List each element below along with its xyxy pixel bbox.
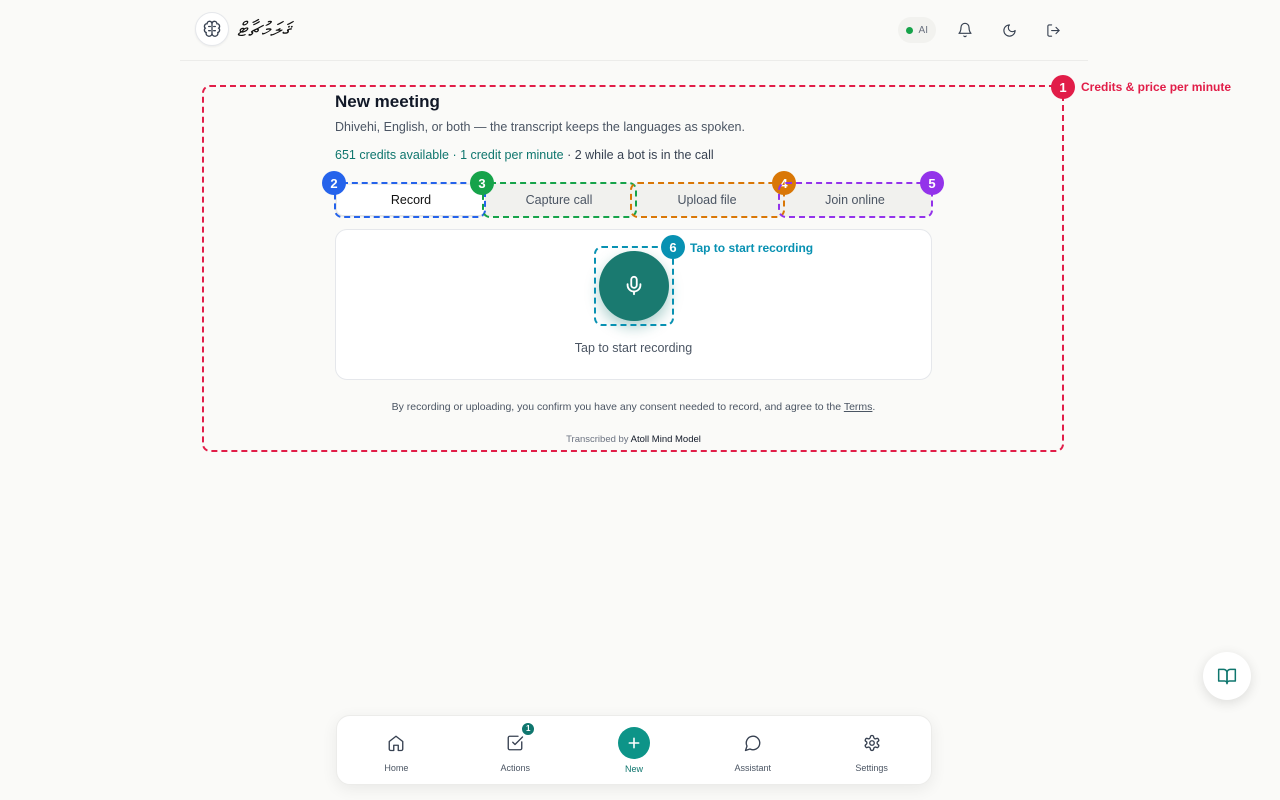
notifications-button[interactable] <box>950 17 980 43</box>
gear-icon <box>864 734 879 751</box>
bell-icon <box>958 22 972 38</box>
theme-toggle-button[interactable] <box>994 17 1024 43</box>
nav-settings-label: Settings <box>855 762 888 773</box>
annotation-badge-4: 4 <box>772 171 796 195</box>
ai-status-badge[interactable]: AI <box>897 17 936 43</box>
nav-home-label: Home <box>384 762 409 773</box>
tab-record[interactable]: Record <box>337 185 485 215</box>
guide-button[interactable] <box>1203 652 1251 700</box>
annotation-badge-2: 2 <box>322 171 346 195</box>
new-button[interactable] <box>617 726 650 759</box>
tab-join-online[interactable]: Join online <box>781 185 929 215</box>
nav-actions-label: Actions <box>500 762 530 773</box>
brand-name: ޤަލަމުޗާޓް <box>237 17 291 41</box>
credits-rate: · 1 credit per minute <box>448 148 564 162</box>
microphone-icon <box>626 275 642 296</box>
model-name: Atoll Mind Model <box>630 434 701 445</box>
nav-new[interactable]: New <box>575 716 694 784</box>
tab-upload-file[interactable]: Upload file <box>633 185 781 215</box>
consent-body: By recording or uploading, you confirm y… <box>391 401 844 413</box>
nav-assistant[interactable]: Assistant <box>693 716 812 784</box>
nav-home[interactable]: Home <box>337 716 456 784</box>
consent-end: . <box>872 401 876 413</box>
plus-icon <box>628 737 640 748</box>
nav-new-label: New <box>624 763 643 774</box>
logout-icon <box>1046 23 1060 37</box>
bottom-nav: Home 1 Actions New Assistant Settings <box>336 715 932 785</box>
transcribed-prefix: Transcribed by <box>566 434 631 445</box>
checkbox-icon <box>507 735 524 750</box>
annotation-badge-3: 3 <box>470 171 494 195</box>
tab-capture-call[interactable]: Capture call <box>485 185 633 215</box>
credits-available: 651 credits available <box>335 148 449 162</box>
moon-icon <box>1002 23 1016 37</box>
brain-logo-icon <box>195 12 229 46</box>
nav-assistant-label: Assistant <box>734 762 772 773</box>
terms-link[interactable]: Terms <box>844 401 873 413</box>
nav-actions[interactable]: 1 Actions <box>456 716 575 784</box>
credits-info: 651 credits available · 1 credit per min… <box>335 148 714 162</box>
consent-text: By recording or uploading, you confirm y… <box>335 401 932 413</box>
annotation-label-1: Credits & price per minute <box>1081 80 1232 94</box>
annotation-badge-5: 5 <box>920 171 944 195</box>
status-dot-icon <box>905 26 913 34</box>
chat-bubble-icon <box>744 735 761 751</box>
page-subtitle: Dhivehi, English, or both — the transcri… <box>335 120 745 134</box>
input-mode-tabs: Record Capture call Upload file Join onl… <box>335 183 931 217</box>
transcribed-by: Transcribed by Atoll Mind Model <box>335 434 932 445</box>
record-caption: Tap to start recording <box>574 341 693 355</box>
page-title: New meeting <box>335 92 440 111</box>
record-button[interactable] <box>599 251 669 321</box>
annotation-badge-6: 6 <box>661 235 685 259</box>
annotation-badge-1: 1 <box>1051 75 1075 99</box>
top-header: ޤަލަމުޗާޓް AI <box>180 0 1088 61</box>
logout-button[interactable] <box>1038 17 1068 43</box>
annotation-label-6: Tap to start recording <box>690 241 814 255</box>
book-open-icon <box>1217 668 1237 685</box>
actions-count-badge: 1 <box>521 721 536 736</box>
nav-settings[interactable]: Settings <box>812 716 931 784</box>
brand[interactable]: ޤަލަމުޗާޓް <box>195 12 291 46</box>
ai-status-label: AI <box>918 24 928 36</box>
credits-bot-rate: · 2 while a bot is in the call <box>563 148 714 162</box>
home-icon <box>388 735 404 751</box>
